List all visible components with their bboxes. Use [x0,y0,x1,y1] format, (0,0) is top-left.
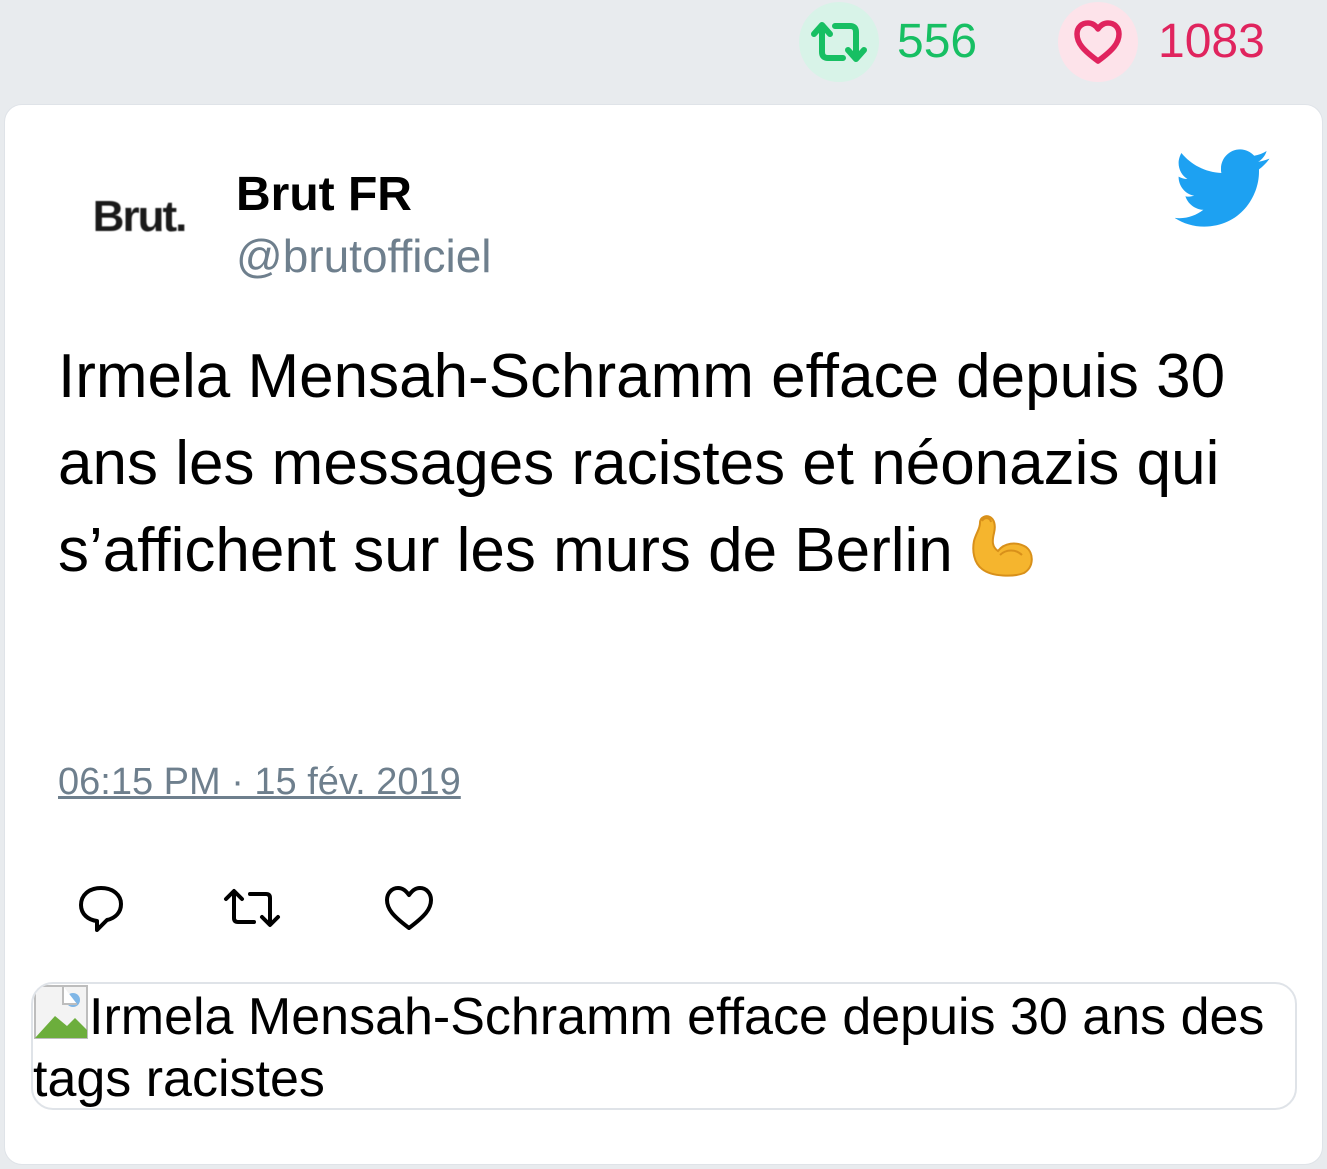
flexed-biceps-emoji [970,511,1036,577]
tweet-media-link[interactable]: Irmela Mensah-Schramm efface depuis 30 a… [31,982,1297,1110]
media-alt-label: Irmela Mensah-Schramm efface depuis 30 a… [33,988,1265,1108]
like-count: 1083 [1158,15,1265,68]
retweet-icon[interactable] [222,880,280,936]
author-handle[interactable]: @brutofficiel [236,229,492,283]
retweet-icon [799,2,879,82]
tweet-card: Brut. Brut FR @brutofficiel Irmela Mensa… [4,104,1323,1165]
tweet-timestamp-link[interactable]: 06:15 PM · 15 fév. 2019 [58,761,461,804]
like-count-button[interactable]: 1083 [1058,2,1265,82]
stats-bar: 556 1083 [0,0,1327,100]
media-alt-text: Irmela Mensah-Schramm efface depuis 30 a… [33,984,1295,1108]
tweet-body: Irmela Mensah-Schramm efface depuis 30 a… [58,342,1226,585]
heart-icon [1058,2,1138,82]
like-icon[interactable] [381,880,437,936]
avatar[interactable]: Brut. [69,169,209,265]
retweet-count-button[interactable]: 556 [799,2,977,82]
reply-icon[interactable] [73,880,129,936]
broken-image-icon [33,984,89,1040]
twitter-bird-icon[interactable] [1174,149,1271,229]
retweet-count: 556 [897,15,978,68]
avatar-logo-text: Brut. [92,192,188,241]
tweet-text: Irmela Mensah-Schramm efface depuis 30 a… [58,333,1278,594]
author-name[interactable]: Brut FR [236,167,412,222]
